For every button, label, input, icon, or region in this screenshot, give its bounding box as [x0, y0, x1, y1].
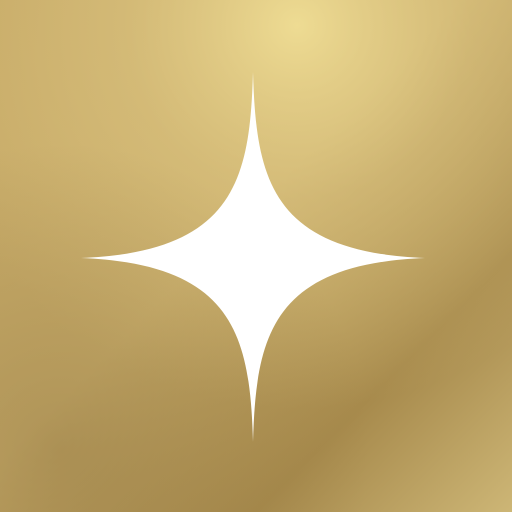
app-icon [0, 0, 512, 512]
app-icon-artwork [0, 0, 512, 512]
